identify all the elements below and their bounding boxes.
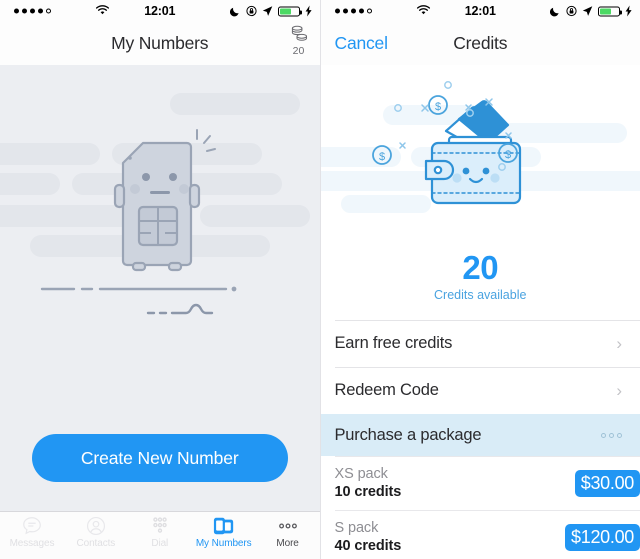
credits-caption: Credits available: [434, 288, 527, 302]
package-name: S pack: [334, 520, 379, 536]
row-redeem-code[interactable]: Redeem Code ›: [320, 367, 640, 414]
tab-label: My Numbers: [195, 538, 252, 549]
credits-hero: $ $ $: [320, 65, 640, 255]
section-purchase-a-package[interactable]: Purchase a package: [320, 414, 640, 456]
section-title: Purchase a package: [334, 425, 482, 444]
package-credits: 10 credits: [334, 484, 402, 500]
location-arrow-icon: [582, 6, 593, 16]
lightning-bolt-icon: [305, 5, 312, 17]
package-row-s[interactable]: S pack 40 credits $120.00: [320, 510, 640, 559]
tab-dial[interactable]: Dial: [128, 515, 192, 549]
tab-label: More: [276, 538, 299, 549]
dial-pad-icon: [149, 515, 171, 537]
package-price[interactable]: $120.00: [565, 523, 640, 551]
coins-stack-icon: [291, 25, 307, 41]
row-earn-free-credits[interactable]: Earn free credits ›: [320, 320, 640, 367]
svg-text:$: $: [379, 151, 385, 163]
empty-state-area: Create New Number: [0, 65, 320, 515]
contact-person-icon: [85, 515, 107, 537]
sim-card-face-illustration: [101, 125, 219, 290]
battery-icon: [598, 6, 622, 16]
rotation-lock-icon: [566, 5, 577, 17]
tab-messages[interactable]: Messages: [0, 515, 64, 549]
credits-content: $ $ $ 20 Credits available Earn free cre…: [320, 65, 640, 559]
package-credits: 40 credits: [334, 538, 402, 554]
svg-text:$: $: [435, 101, 441, 113]
nav-bar-my-numbers: My Numbers 20: [0, 22, 320, 66]
tab-label: Contacts: [76, 538, 116, 549]
three-dots-icon[interactable]: [601, 432, 626, 438]
credits-button[interactable]: 20: [288, 24, 310, 57]
dual-screenshot: 12:01 My Numbers 20 Create New Number Me…: [0, 0, 640, 559]
package-row-xs[interactable]: XS pack 10 credits $30.00: [320, 456, 640, 510]
package-price[interactable]: $30.00: [574, 469, 640, 497]
message-bubble-icon: [21, 515, 43, 537]
rotation-lock-icon: [245, 5, 257, 17]
do-not-disturb-moon-icon: [550, 7, 559, 17]
battery-icon: [277, 6, 302, 16]
credits-screen: 12:01 Cancel Credits $ $ $ 20 Credits av…: [320, 0, 640, 559]
tab-label: Messages: [9, 538, 55, 549]
status-bar-right: 12:01: [320, 0, 640, 22]
tab-more[interactable]: More: [256, 515, 320, 549]
location-arrow-icon: [262, 6, 272, 16]
nav-bar-credits: Cancel Credits: [320, 22, 640, 66]
tab-bar: Messages Contacts Dial My Numbers More: [0, 511, 320, 559]
lightning-bolt-icon: [625, 5, 632, 17]
page-title: My Numbers: [111, 33, 209, 53]
tab-my-numbers[interactable]: My Numbers: [192, 515, 256, 549]
my-numbers-screen: 12:01 My Numbers 20 Create New Number Me…: [0, 0, 321, 559]
wallet-with-cards-illustration: $ $ $: [360, 75, 600, 230]
tab-contacts[interactable]: Contacts: [64, 515, 128, 549]
create-new-number-button[interactable]: Create New Number: [32, 434, 288, 482]
phones-icon: [212, 515, 236, 537]
chevron-right-icon: ›: [616, 334, 622, 353]
chevron-right-icon: ›: [616, 381, 622, 400]
page-title: Credits: [453, 33, 508, 53]
status-right-icons: [550, 5, 632, 17]
more-dots-icon: [276, 515, 300, 537]
do-not-disturb-moon-icon: [229, 7, 239, 17]
package-name: XS pack: [334, 466, 388, 482]
row-label: Earn free credits: [334, 334, 453, 352]
status-right-icons: [229, 5, 312, 17]
decorative-dashed-lines: [40, 286, 237, 315]
svg-text:$: $: [505, 149, 511, 161]
row-label: Redeem Code: [334, 381, 439, 399]
tab-label: Dial: [151, 538, 169, 549]
credits-count: 20: [292, 45, 305, 57]
status-bar-left: 12:01: [0, 0, 320, 22]
